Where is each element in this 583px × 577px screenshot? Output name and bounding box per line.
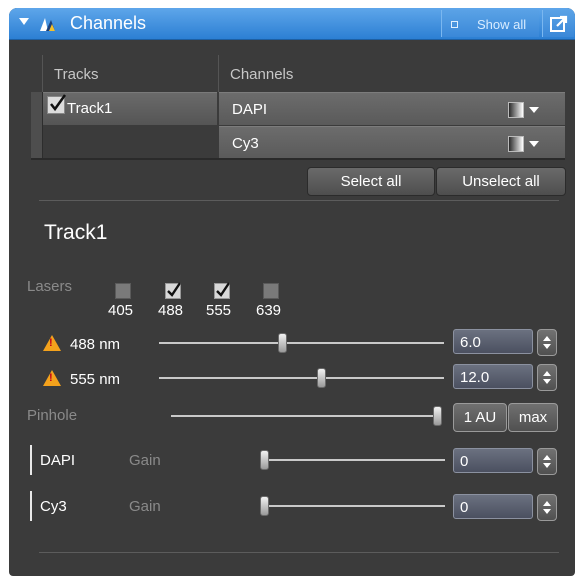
track-section-title: Track1 (44, 221, 108, 244)
track-row-strip (31, 92, 43, 158)
channel-marker (30, 491, 32, 521)
separator (39, 552, 559, 553)
laser-power-input[interactable]: 12.0 (453, 364, 533, 389)
laser-power-slider-track[interactable] (159, 342, 444, 344)
laser-power-slider-thumb[interactable] (277, 333, 287, 353)
gain-slider-thumb[interactable] (260, 496, 269, 516)
select-all-button[interactable]: Select all (307, 167, 435, 196)
gain-channel-label: Cy3 (40, 498, 67, 515)
channel-row-dapi[interactable]: DAPI (219, 92, 565, 125)
track-enable-checkbox[interactable] (47, 94, 67, 114)
laser-warning-icon (43, 335, 61, 351)
show-all-checkbox-icon[interactable] (451, 21, 458, 28)
panel-title: Channels (70, 13, 147, 33)
gain-slider-track[interactable] (267, 459, 445, 461)
channel-row-cy3[interactable]: Cy3 (219, 126, 565, 159)
checkmark-icon (167, 282, 181, 297)
unselect-all-button[interactable]: Unselect all (436, 167, 566, 196)
gain-spinner[interactable] (537, 494, 557, 521)
laser-power-input[interactable]: 6.0 (453, 329, 533, 354)
pinhole-max-button[interactable]: max (508, 403, 558, 432)
pinhole-slider-thumb[interactable] (433, 406, 442, 426)
separator (39, 200, 559, 201)
collapse-arrow-icon[interactable] (19, 18, 29, 25)
laser-power-label: 555 nm (70, 371, 121, 388)
channels-panel: Channels Show all Tracks Channels Track1… (9, 8, 575, 576)
gain-slider-thumb[interactable] (260, 450, 269, 470)
gain-label: Gain (129, 498, 161, 515)
pinhole-label: Pinhole (27, 407, 78, 424)
pinhole-slider-track[interactable] (171, 415, 437, 417)
channel-color-dropdown-icon[interactable] (529, 107, 539, 113)
gain-channel-label: DAPI (40, 452, 76, 469)
laser-warning-icon (43, 370, 61, 386)
laser-power-spinner[interactable] (537, 364, 557, 391)
panel-title-bar[interactable]: Channels Show all (9, 8, 575, 40)
gain-label: Gain (129, 452, 161, 469)
show-all-label[interactable]: Show all (477, 17, 526, 32)
channel-color-swatch[interactable] (508, 102, 524, 118)
channels-icon (40, 18, 55, 31)
pinhole-1au-button[interactable]: 1 AU (453, 403, 507, 432)
channel-name: DAPI (232, 101, 268, 118)
tracks-column-header: Tracks (54, 66, 99, 83)
gain-input[interactable]: 0 (453, 494, 533, 519)
laser-wavelength-label: 488 (158, 302, 184, 319)
gain-spinner[interactable] (537, 448, 557, 475)
undock-icon (550, 15, 568, 32)
laser-power-label: 488 nm (70, 336, 121, 353)
gain-input[interactable]: 0 (453, 448, 533, 473)
channels-column-header: Channels (230, 66, 294, 83)
gain-slider-track[interactable] (267, 505, 445, 507)
laser-checkbox-488[interactable] (165, 282, 181, 299)
channel-name: Cy3 (232, 135, 259, 152)
track-name[interactable]: Track1 (67, 100, 112, 117)
laser-wavelength-label: 405 (108, 302, 134, 319)
undock-button[interactable] (542, 10, 574, 37)
checkmark-icon (216, 282, 230, 297)
checkmark-icon (50, 94, 67, 112)
laser-power-spinner[interactable] (537, 329, 557, 356)
laser-power-slider-track[interactable] (159, 377, 444, 379)
laser-power-slider-thumb[interactable] (317, 368, 327, 388)
channel-marker (30, 445, 32, 475)
laser-wavelength-label: 639 (256, 302, 282, 319)
laser-checkbox-405[interactable] (115, 283, 131, 299)
lasers-label: Lasers (27, 278, 73, 295)
laser-checkbox-639[interactable] (263, 283, 279, 299)
table-divider (42, 55, 43, 92)
channel-color-dropdown-icon[interactable] (529, 141, 539, 147)
laser-checkbox-555[interactable] (214, 282, 230, 299)
channel-color-swatch[interactable] (508, 136, 524, 152)
laser-wavelength-label: 555 (206, 302, 232, 319)
table-divider (218, 55, 219, 92)
table-bottom-border (31, 158, 565, 160)
